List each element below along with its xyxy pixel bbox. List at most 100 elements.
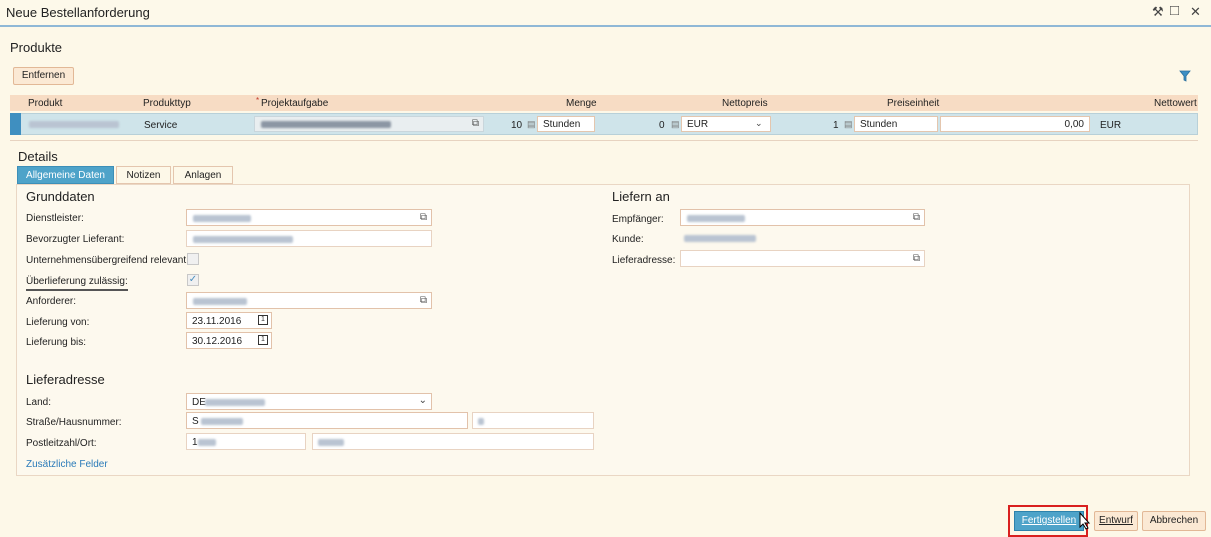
calendar-icon[interactable]: 1	[258, 315, 268, 325]
net-value-value: 0,00	[1064, 119, 1084, 130]
product-type-cell: Service	[144, 120, 178, 131]
strasse-value: S	[192, 416, 199, 427]
wrench-icon[interactable]: ⚒	[1152, 4, 1164, 20]
ueberlieferung-checkbox[interactable]: ✓	[187, 274, 199, 286]
value-help-icon[interactable]: ⧉	[913, 212, 920, 223]
net-value-currency: EUR	[1100, 120, 1122, 131]
details-section-title: Details	[18, 149, 58, 164]
strasse-redacted	[201, 418, 243, 425]
land-value: DE	[192, 397, 206, 408]
price-unit-uom-field[interactable]: Stunden	[854, 116, 938, 132]
divider	[10, 140, 1198, 141]
lieferant-label: Bevorzugter Lieferant:	[26, 234, 125, 245]
plz-label: Postleitzahl/Ort:	[26, 438, 97, 449]
grunddaten-title: Grunddaten	[26, 189, 95, 204]
draft-button[interactable]: Entwurf	[1094, 511, 1138, 531]
kunde-redacted	[684, 235, 756, 242]
value-help-icon[interactable]: ⧉	[913, 253, 920, 264]
quantity-help-icon[interactable]: ▤	[527, 119, 536, 130]
empfaenger-field[interactable]: ⧉	[680, 209, 925, 226]
remove-button[interactable]: Entfernen	[13, 67, 74, 85]
required-marker: *	[256, 96, 260, 105]
lieferant-field[interactable]	[186, 230, 432, 247]
land-select[interactable]: DE ⌄	[186, 393, 432, 410]
col-projektaufgabe[interactable]: Projektaufgabe	[261, 98, 328, 109]
strasse-field[interactable]: S	[186, 412, 468, 429]
dienstleister-field[interactable]: ⧉	[186, 209, 432, 226]
lieferadresse-field[interactable]: ⧉	[680, 250, 925, 267]
filter-icon[interactable]	[1179, 70, 1191, 82]
anforderer-redacted	[193, 298, 247, 305]
value-help-icon[interactable]: ⧉	[420, 212, 427, 223]
col-produkt[interactable]: Produkt	[28, 98, 62, 109]
value-help-icon[interactable]: ⧉	[420, 295, 427, 306]
plz-redacted	[198, 439, 216, 446]
kunde-label: Kunde:	[612, 234, 644, 245]
unternehmen-label: Unternehmensübergreifend relevant:	[26, 255, 189, 266]
col-preiseinheit[interactable]: Preiseinheit	[887, 98, 939, 109]
empfaenger-redacted	[687, 215, 745, 222]
dienstleister-label: Dienstleister:	[26, 213, 84, 224]
hausnummer-field[interactable]	[472, 412, 594, 429]
tab-anlagen[interactable]: Anlagen	[173, 166, 233, 184]
ueberlieferung-label: Überlieferung zulässig:	[26, 276, 128, 291]
lieferadresse-title: Lieferadresse	[26, 372, 105, 387]
cancel-button[interactable]: Abbrechen	[1142, 511, 1206, 531]
product-name-redacted	[29, 121, 119, 128]
ort-redacted	[318, 439, 344, 446]
lieferung-bis-label: Lieferung bis:	[26, 337, 87, 348]
lieferung-bis-field[interactable]: 30.12.2016 1	[186, 332, 272, 349]
maximize-icon[interactable]: □	[1170, 2, 1179, 19]
col-produkttyp[interactable]: Produkttyp	[143, 98, 191, 109]
chevron-down-icon: ⌄	[755, 118, 763, 128]
mouse-cursor-icon	[1079, 512, 1091, 530]
lieferung-bis-value: 30.12.2016	[192, 336, 243, 347]
row-selector[interactable]	[10, 113, 21, 135]
anforderer-field[interactable]: ⧉	[186, 292, 432, 309]
lieferung-von-label: Lieferung von:	[26, 317, 90, 328]
plz-field[interactable]: 1	[186, 433, 306, 450]
hausnummer-redacted	[478, 418, 484, 425]
land-redacted	[205, 399, 265, 406]
products-section-title: Produkte	[10, 40, 63, 55]
lieferung-von-field[interactable]: 23.11.2016 1	[186, 312, 272, 329]
quantity-cell[interactable]: 10	[511, 120, 522, 131]
ort-field[interactable]	[312, 433, 594, 450]
lieferung-von-value: 23.11.2016	[192, 316, 242, 327]
lieferant-redacted	[193, 236, 293, 243]
unternehmen-checkbox[interactable]	[187, 253, 199, 265]
window-title-bar	[0, 0, 1211, 27]
calendar-icon[interactable]: 1	[258, 335, 268, 345]
col-nettowert[interactable]: Nettowert	[1154, 98, 1197, 109]
value-help-icon[interactable]: ⧉	[472, 118, 479, 129]
empfaenger-label: Empfänger:	[612, 214, 664, 225]
additional-fields-link[interactable]: Zusätzliche Felder	[26, 459, 108, 470]
lieferadresse-label: Lieferadresse:	[612, 255, 676, 266]
products-table-header: Produkt Produkttyp * Projektaufgabe Meng…	[10, 95, 1198, 111]
price-unit-cell[interactable]: 1	[833, 120, 839, 131]
project-task-field[interactable]: ⧉	[254, 116, 484, 132]
close-icon[interactable]: ✕	[1190, 4, 1201, 20]
tab-allgemeine-daten[interactable]: Allgemeine Daten	[17, 166, 114, 184]
table-row[interactable]: Service ⧉ 10 ▤ Stunden 0 ▤ EUR ⌄ 1 ▤ Stu…	[10, 113, 1198, 135]
col-menge[interactable]: Menge	[566, 98, 597, 109]
net-price-help-icon[interactable]: ▤	[671, 119, 680, 130]
window-title: Neue Bestellanforderung	[6, 5, 150, 20]
currency-value: EUR	[687, 119, 709, 130]
net-price-cell[interactable]: 0	[659, 120, 665, 131]
tab-notizen[interactable]: Notizen	[116, 166, 171, 184]
land-label: Land:	[26, 397, 52, 408]
net-value-field: 0,00	[940, 116, 1090, 132]
dienstleister-redacted	[193, 215, 251, 222]
col-nettopreis[interactable]: Nettopreis	[722, 98, 768, 109]
liefern-an-title: Liefern an	[612, 189, 670, 204]
price-unit-uom-value: Stunden	[860, 119, 898, 130]
project-task-redacted	[261, 121, 391, 128]
price-unit-help-icon[interactable]: ▤	[844, 119, 853, 130]
chevron-down-icon: ⌄	[418, 395, 427, 406]
strasse-label: Straße/Hausnummer:	[26, 417, 122, 428]
quantity-unit-field[interactable]: Stunden	[537, 116, 595, 132]
finish-button[interactable]: Fertigstellen	[1014, 511, 1084, 531]
plz-value: 1	[192, 437, 198, 448]
currency-select[interactable]: EUR ⌄	[681, 116, 771, 132]
